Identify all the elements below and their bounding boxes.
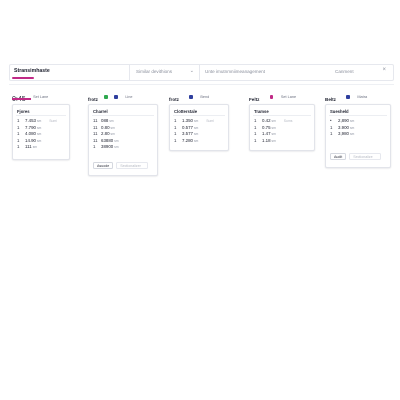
column-header: 0:45 Set Lane (12, 88, 49, 103)
management-input-placeholder: Unte imutnmniimeanagement (205, 69, 266, 74)
audit-button[interactable]: Audit (330, 153, 347, 160)
filter-select-value: Similar devithions (136, 69, 172, 74)
item-card[interactable]: Suesheld • 2,890sm 1 3.900sm 1 3,980sm Audi… (325, 104, 391, 168)
column-header: Feltz Set Lane (249, 88, 297, 102)
card-row: 1 111sm (17, 144, 37, 149)
comment-label: Canment (335, 69, 354, 74)
board-divider (9, 84, 394, 85)
column-tag: Matra (357, 94, 368, 99)
column-active-indicator (12, 98, 31, 100)
column-header: frotz Bend (169, 88, 210, 102)
secondary-button[interactable]: Sectionalizer (116, 162, 149, 169)
item-card[interactable]: Charrel 11 088sm 11 0.80sm 11 2.80sm 11 6388… (88, 104, 158, 176)
card-title: Clotterstale (174, 109, 198, 114)
management-input[interactable]: Unte imutnmniimeanagement Canment × (200, 65, 390, 80)
column-tag: Bend (200, 94, 210, 99)
card-row: 1 38900sm (93, 144, 119, 149)
card-divider (253, 115, 311, 116)
card-title: Charrel (93, 109, 108, 114)
close-icon[interactable]: × (382, 67, 386, 73)
status-dot (189, 95, 193, 99)
card-divider (16, 115, 66, 116)
column-header: frotz Line (88, 88, 133, 102)
item-card[interactable]: Tramse 1 0.42sm Sums 1 0.75sm 1 1.47sm 1 1.18… (249, 104, 315, 151)
column-tag: Set Lane (33, 94, 49, 99)
search-tab[interactable]: Stransimhaste (10, 65, 129, 80)
card-title: Tramse (254, 109, 269, 114)
board-panel: Stransimhaste Similar devithions ⌄ Unte … (9, 64, 394, 201)
card-divider (329, 115, 387, 116)
status-dot (114, 95, 118, 99)
status-dot (104, 95, 108, 99)
card-row: 1 7.280sm (174, 137, 199, 143)
column-tag: Set Lane (280, 94, 297, 99)
secondary-button[interactable]: Sectionalize (349, 153, 382, 160)
item-card[interactable]: Fjores 1 7.453sm Sumi 1 7.790sm 1 4.080sm 11… (12, 104, 70, 160)
card-title: Suesheld (330, 109, 349, 114)
assign-button[interactable]: Asuode (93, 162, 114, 169)
column-header: Beltz Matra (325, 88, 368, 102)
card-divider (92, 115, 154, 116)
search-tab-label: Stransimhaste (14, 68, 50, 74)
status-dot (269, 95, 274, 99)
column-title: frotz (169, 97, 179, 102)
column-title: frotz (88, 97, 98, 102)
chevron-down-icon: ⌄ (189, 68, 194, 74)
card-divider (173, 115, 225, 116)
active-tab-indicator (12, 77, 34, 79)
filter-select[interactable]: Similar devithions ⌄ (130, 65, 198, 80)
column-title: Feltz (249, 97, 260, 102)
card-row: 1 3,980sm (330, 131, 355, 136)
column-tag: Line (125, 94, 133, 99)
toolbar: Stransimhaste Similar devithions ⌄ Unte … (9, 64, 394, 81)
column-title: Beltz (325, 97, 336, 102)
item-card[interactable]: Clotterstale 1 1.350sm Suml 1 0.577sm 1 3.57… (169, 104, 229, 151)
card-title: Fjores (17, 109, 30, 114)
card-row: 1 1.18sm (254, 137, 276, 143)
status-dot (346, 95, 350, 99)
